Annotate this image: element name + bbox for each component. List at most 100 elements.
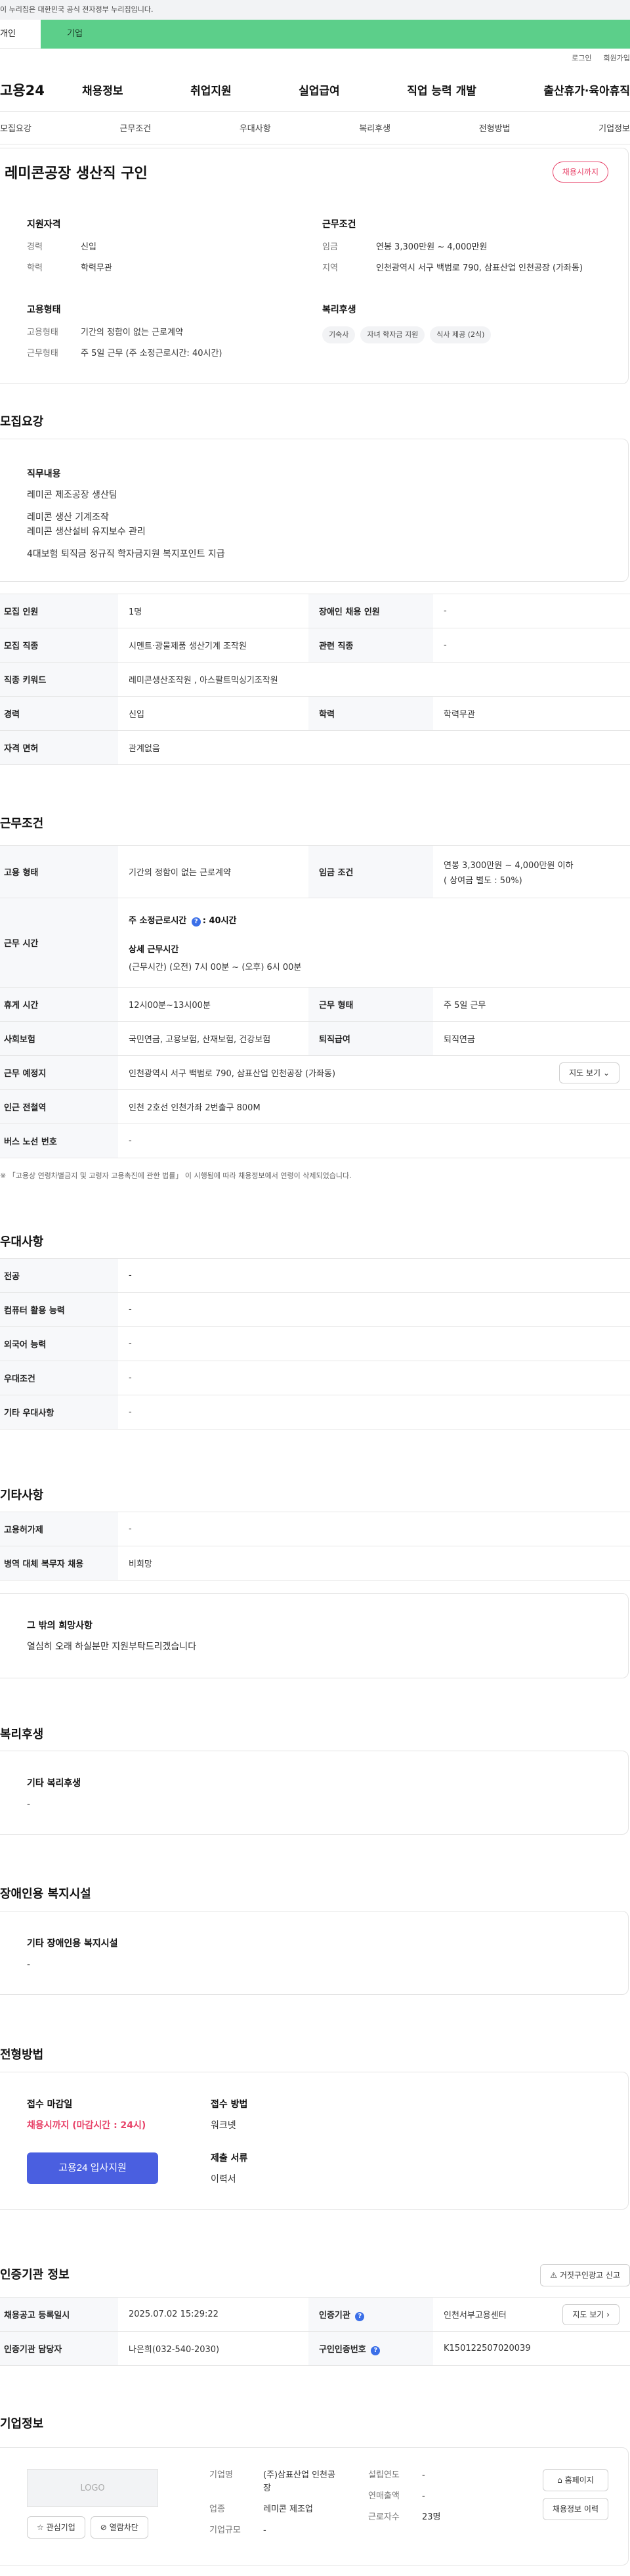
employment-type-value: 기간의 정함이 없는 근로계약	[118, 845, 308, 898]
related-job-label: 관련 직종	[308, 628, 433, 663]
detail-hours-heading: 상세 근무시간	[129, 944, 179, 955]
block-icon: ⊘	[100, 2523, 107, 2532]
homepage-label: 홈페이지	[564, 2476, 594, 2485]
login-link[interactable]: 로그인	[572, 49, 591, 68]
gov-banner-text: 이 누리집은 대한민국 공식 전자정부 누리집입니다.	[0, 5, 154, 14]
welfare-other-heading: 기타 복리후생	[27, 1778, 81, 1789]
info-icon[interactable]: ?	[371, 2346, 381, 2355]
work-form-value: 주 5일 근무	[433, 987, 630, 1022]
social-insurance-value: 국민연금, 고용보험, 산재보험, 건강보험	[118, 1021, 308, 1056]
company-logo: LOGO	[27, 2469, 158, 2507]
info-icon[interactable]: ?	[355, 2311, 365, 2321]
disabled-facility-text: -	[27, 1959, 31, 1970]
summary-region-row: 지역 인천광역시 서구 백범로 790, 삼표산업 인천공장 (가좌동)	[322, 262, 611, 275]
info-icon[interactable]: ?	[191, 917, 201, 927]
homepage-button[interactable]: ⌂ 홈페이지	[542, 2469, 608, 2491]
anchor-tab-selection[interactable]: 전형방법	[479, 121, 511, 134]
interest-company-button[interactable]: ☆ 관심기업	[27, 2516, 85, 2539]
anchor-tab-recruit[interactable]: 모집요강	[0, 121, 32, 134]
summary-qualification: 지원자격 경력 신입 학력 학력무관	[27, 217, 112, 283]
false-ad-report-button[interactable]: ⚠ 거짓구인광고 신고	[540, 2264, 630, 2286]
table-row: 인근 전철역 인천 2호선 인천가좌 2번출구 800M	[0, 1089, 630, 1124]
company-employees-value: 23명	[422, 2512, 441, 2522]
table-row: 기타 우대사항 -	[0, 1395, 630, 1430]
gnb-item-parental-leave[interactable]: 출산휴가·육아휴직	[543, 81, 630, 98]
agency-label-cell: 인증기관 ?	[308, 2297, 433, 2332]
weekly-hours-heading: 주 소정근로시간	[129, 915, 187, 926]
recruit-history-button[interactable]: 채용정보 이력	[542, 2498, 608, 2520]
signup-link[interactable]: 회원가입	[604, 49, 630, 68]
report-icon: ⚠	[550, 2271, 558, 2280]
site-logo[interactable]: 고용24	[0, 80, 62, 100]
company-revenue-row: 연매출액 -	[368, 2490, 480, 2503]
section-anchor-tabs: 모집요강 근무조건 우대사항 복리후생 전형방법 기업정보	[0, 112, 630, 144]
apply-button[interactable]: 고용24 입사지원	[27, 2152, 158, 2184]
manager-value: 나은희(032-540-2030)	[118, 2331, 308, 2366]
qualification-heading: 지원자격	[27, 219, 61, 230]
agency-map-button[interactable]: 지도 보기 ›	[562, 2303, 620, 2325]
work-permit-value: -	[118, 1512, 630, 1546]
preferred-condition-label: 우대조건	[0, 1361, 118, 1395]
anchor-tab-preferred[interactable]: 우대사항	[240, 121, 271, 134]
util-links: 로그인 회원가입	[0, 49, 630, 68]
welfare-chip: 자녀 학자금 지원	[360, 326, 425, 343]
company-industry-row: 업종 레미콘 제조업	[209, 2503, 367, 2516]
tab-company[interactable]: 기업	[41, 20, 630, 49]
deadline-heading: 접수 마감일	[27, 2099, 73, 2110]
employment-type-label: 고용 형태	[0, 845, 118, 898]
company-links: ⌂ 홈페이지 채용정보 이력	[542, 2469, 608, 2520]
education-label: 학력	[308, 696, 433, 731]
agency-map-button-label: 지도 보기	[572, 2309, 604, 2319]
summary-edu-value: 학력무관	[81, 263, 112, 273]
gnb-item-unemployment-benefit[interactable]: 실업급여	[299, 81, 340, 98]
preferred-major-label: 전공	[0, 1258, 118, 1293]
license-value: 관계없음	[118, 730, 630, 765]
anchor-tab-welfare[interactable]: 복리후생	[359, 121, 390, 134]
preferred-table: 전공 - 컴퓨터 활용 능력 - 외국어 능력 - 우대조건 - 기타 우대사항 -	[0, 1258, 630, 1430]
company-employees-row: 근로자수 23명	[368, 2511, 480, 2524]
agency-value: 인천서부고용센터	[444, 2311, 507, 2321]
user-type-tabs: 개인 기업	[0, 20, 630, 49]
summary-region-value: 인천광역시 서구 백범로 790, 삼표산업 인천공장 (가좌동)	[376, 263, 583, 273]
map-view-button[interactable]: 지도 보기 ⌄	[559, 1062, 620, 1083]
duty-heading: 직무내용	[27, 469, 61, 479]
anchor-tab-conditions[interactable]: 근무조건	[119, 121, 151, 134]
preferred-major-value: -	[118, 1258, 630, 1293]
job-summary-card: 레미콘공장 생산직 구인 채용시까지 지원자격 경력 신입 학력 학력무관 근무조건…	[0, 148, 629, 384]
gnb-item-jobs[interactable]: 채용정보	[82, 81, 123, 98]
military-label: 병역 대체 복무자 채용	[0, 1546, 118, 1581]
false-ad-report-label: 거짓구인광고 신고	[559, 2271, 620, 2280]
reg-date-label: 채용공고 등록일시	[0, 2297, 118, 2332]
interest-company-label: 관심기업	[46, 2523, 75, 2532]
summary-emp-type-row: 고용형태 기간의 정함이 없는 근로계약	[27, 326, 222, 339]
detail-hours-value: (근무시간) (오전) 7시 00분 ~ (오후) 6시 00분	[129, 962, 302, 972]
bus-value: -	[118, 1124, 630, 1158]
company-founded-value: -	[422, 2470, 425, 2480]
social-insurance-label: 사회보험	[0, 1021, 118, 1056]
company-size-value: -	[263, 2525, 266, 2535]
other-wishes-box: 그 밖의 희망사항 열심히 오래 하실분만 지원부탁드리겠습니다	[0, 1593, 629, 1678]
tab-personal[interactable]: 개인	[0, 20, 41, 49]
company-employees-label: 근로자수	[368, 2512, 400, 2522]
method-block: 접수 방법 워크넷 제출 서류 이력서	[211, 2097, 247, 2187]
work-permit-label: 고용허가제	[0, 1512, 118, 1546]
table-row: 근무 예정지 인천광역시 서구 백범로 790, 삼표산업 인천공장 (가좌동)…	[0, 1055, 630, 1090]
company-section-title: 기업정보	[0, 2417, 44, 2431]
job-title: 레미콘공장 생산직 구인	[5, 165, 148, 182]
table-row: 우대조건 -	[0, 1361, 630, 1395]
agency-inner: 인천서부고용센터 지도 보기 ›	[444, 2303, 620, 2325]
duty-spacer	[27, 539, 595, 547]
anchor-tab-company[interactable]: 기업정보	[598, 121, 630, 134]
gnb-item-vocational-training[interactable]: 직업 능력 개발	[407, 81, 476, 98]
summary-work-form-value: 주 5일 근무 (주 소정근로시간: 40시간)	[81, 349, 222, 359]
job-keyword-label: 직종 키워드	[0, 662, 118, 697]
disabled-facility-section-title: 장애인용 복지시설	[0, 1887, 91, 1901]
manager-label: 인증기관 담당자	[0, 2331, 118, 2366]
conditions-section-title: 근무조건	[0, 817, 44, 831]
age-notice: ※ 「고용상 연령차별금지 및 고령자 고용촉진에 관한 법률」 이 시행됨에 …	[0, 1171, 352, 1180]
gnb-item-employment-support[interactable]: 취업지원	[190, 81, 232, 98]
preferred-other-value: -	[118, 1395, 630, 1430]
agency-label: 인증기관	[319, 2310, 350, 2321]
block-view-button[interactable]: ⊘ 열람차단	[90, 2516, 148, 2539]
company-actions: ☆ 관심기업 ⊘ 열람차단	[27, 2516, 148, 2539]
